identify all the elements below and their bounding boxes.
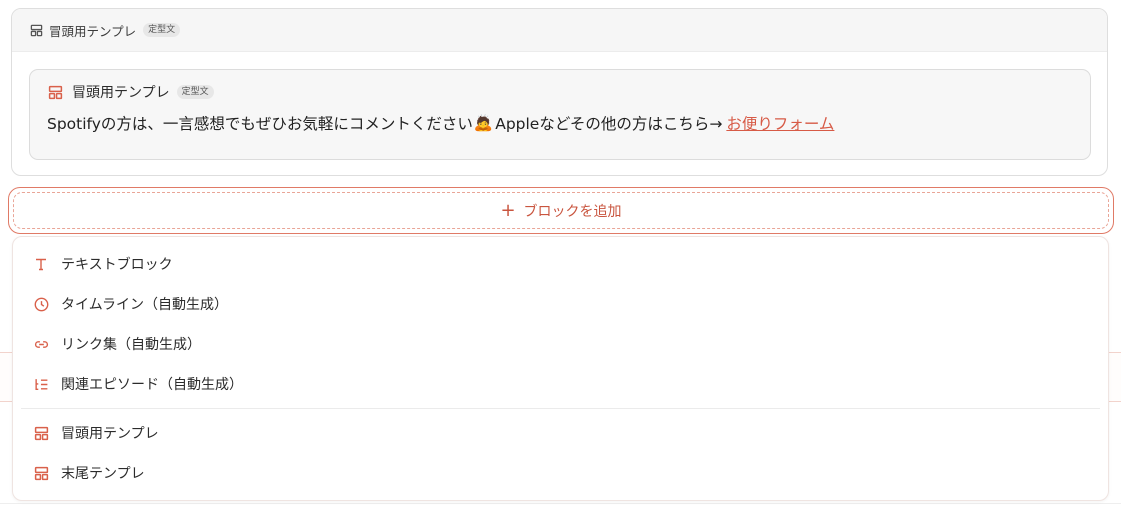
template-block: 冒頭用テンプレ 定型文 冒頭用テンプレ 定型文 Spotifyの方は、一言感想で… xyxy=(11,8,1108,176)
clock-icon xyxy=(33,296,49,312)
template-icon xyxy=(33,465,49,481)
add-block-button[interactable]: + ブロックを追加 xyxy=(8,187,1114,234)
menu-divider xyxy=(21,408,1100,409)
bowing-emoji: 🙇 xyxy=(473,114,494,132)
add-block-label: ブロックを追加 xyxy=(523,203,622,220)
plus-icon: + xyxy=(500,199,516,221)
menu-item-related-episodes[interactable]: 関連エピソード（自動生成） xyxy=(33,373,243,395)
block-type-menu: テキストブロック タイムライン（自動生成） リンク集（自動生成） 関連エピソード… xyxy=(12,236,1109,501)
menu-item-label: テキストブロック xyxy=(61,257,173,273)
template-preview-title: 冒頭用テンプレ xyxy=(72,85,170,101)
template-preview-card[interactable]: 冒頭用テンプレ 定型文 Spotifyの方は、一言感想でもぜひお気軽にコメントく… xyxy=(29,69,1091,160)
background-divider xyxy=(0,503,1121,504)
menu-item-label: タイムライン（自動生成） xyxy=(61,297,229,313)
list-tree-icon xyxy=(33,376,49,392)
template-preview-text: Spotifyの方は、一言感想でもぜひお気軽にコメントください 🙇 Appleな… xyxy=(47,112,834,134)
template-text-after: Appleなどその他の方はこちら→ xyxy=(495,115,723,133)
template-badge: 定型文 xyxy=(143,23,181,37)
template-icon xyxy=(30,24,43,37)
menu-item-label: 冒頭用テンプレ xyxy=(61,426,159,442)
template-block-title: 冒頭用テンプレ xyxy=(49,23,137,39)
menu-item-label: リンク集（自動生成） xyxy=(61,337,201,353)
template-preview-header: 冒頭用テンプレ 定型文 xyxy=(48,82,214,102)
link-icon xyxy=(33,336,49,352)
template-icon xyxy=(33,425,49,441)
text-icon xyxy=(33,256,49,272)
menu-item-label: 末尾テンプレ xyxy=(61,466,145,482)
menu-item-opening-template[interactable]: 冒頭用テンプレ xyxy=(33,422,159,444)
menu-item-text-block[interactable]: テキストブロック xyxy=(33,253,173,275)
template-icon xyxy=(48,85,63,100)
letter-form-link[interactable]: お便りフォーム xyxy=(726,112,834,134)
template-text-main: Spotifyの方は、一言感想でもぜひお気軽にコメントください xyxy=(47,115,473,133)
menu-item-link-collection[interactable]: リンク集（自動生成） xyxy=(33,333,201,355)
menu-item-label: 関連エピソード（自動生成） xyxy=(61,377,243,393)
template-badge: 定型文 xyxy=(176,85,214,99)
menu-item-closing-template[interactable]: 末尾テンプレ xyxy=(33,462,145,484)
template-block-header: 冒頭用テンプレ 定型文 xyxy=(12,9,1107,52)
menu-item-timeline[interactable]: タイムライン（自動生成） xyxy=(33,293,228,315)
